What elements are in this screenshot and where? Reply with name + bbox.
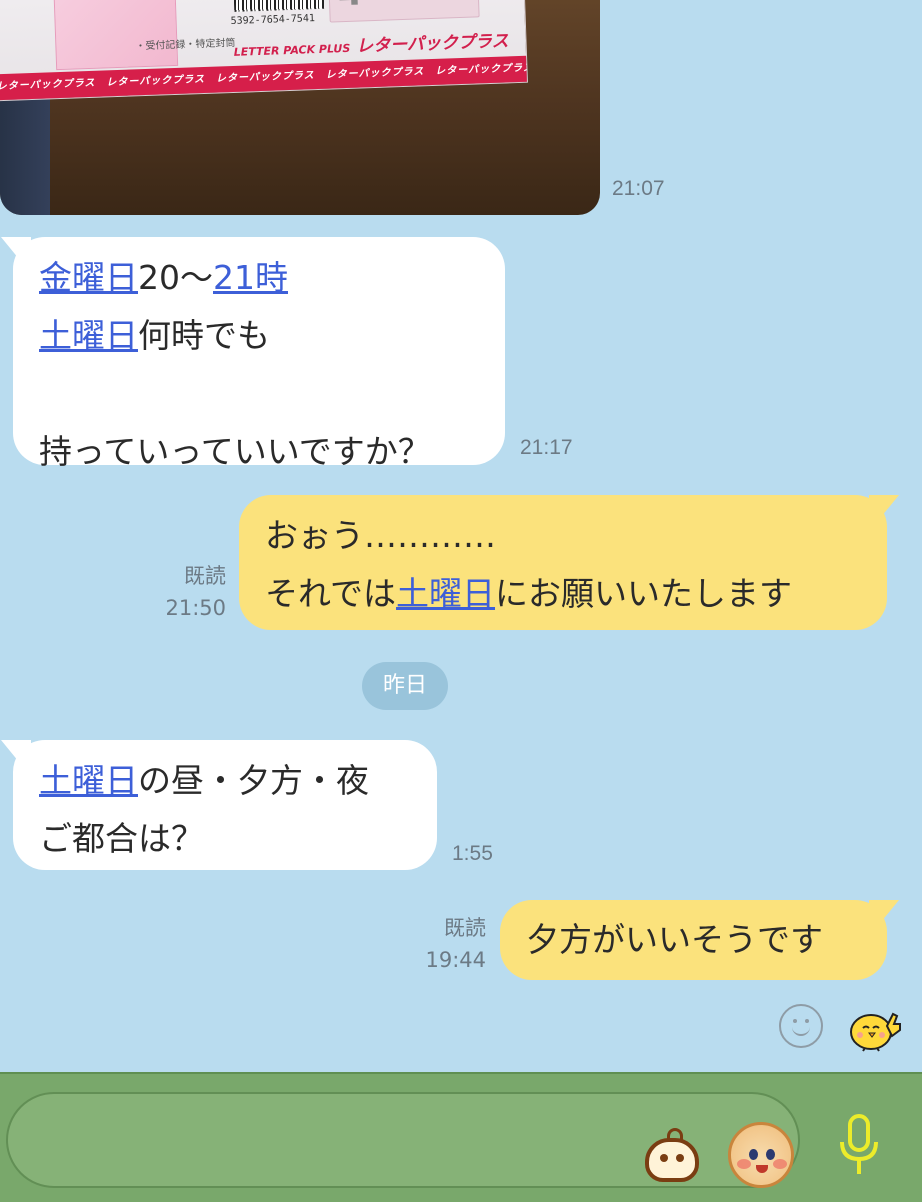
message-text: 持っていっていいですか？ bbox=[39, 432, 431, 471]
sticker-face-icon[interactable] bbox=[645, 1128, 699, 1182]
message-text: ご都合は？ bbox=[39, 819, 204, 858]
message-line: 土曜日何時でも bbox=[39, 307, 479, 365]
message-line: 土曜日の昼・夕方・夜 bbox=[39, 752, 411, 810]
photo-message[interactable]: 5392-7654-7541 4 ・受付記録・特定封筒 LETTER PACK … bbox=[0, 0, 600, 215]
face-eye bbox=[749, 1149, 758, 1160]
message-time: 21:50 bbox=[165, 596, 226, 620]
message-time: 21:07 bbox=[612, 177, 665, 200]
envelope-big-number: 4 bbox=[327, 0, 480, 23]
message-time: 1:55 bbox=[452, 842, 493, 865]
letter-pack-envelope: 5392-7654-7541 4 ・受付記録・特定封筒 LETTER PACK … bbox=[0, 0, 528, 102]
read-label: 既読 bbox=[184, 564, 226, 588]
sticker-eye bbox=[660, 1154, 668, 1162]
message-bubble-sent[interactable]: おぉう………… それでは土曜日にお願いいたします bbox=[239, 495, 887, 630]
message-text: にお願いいたします bbox=[495, 574, 793, 613]
message-line: 持っていっていいですか？ bbox=[39, 423, 479, 481]
message-text: 何時でも bbox=[138, 316, 270, 355]
date-link[interactable]: 土曜日 bbox=[39, 761, 138, 800]
message-time: 21:17 bbox=[520, 436, 573, 459]
message-text: 20〜 bbox=[138, 258, 213, 297]
smiley-icon[interactable] bbox=[779, 1004, 823, 1048]
message-time: 19:44 bbox=[425, 948, 486, 972]
message-bubble-received[interactable]: 金曜日20〜21時 土曜日何時でも 持っていっていいですか？ bbox=[13, 237, 505, 471]
photo-background-leg bbox=[0, 95, 50, 215]
message-line: おぉう………… bbox=[265, 507, 861, 565]
envelope-pink-pattern bbox=[53, 0, 179, 71]
message-text: の昼・夕方・夜 bbox=[138, 761, 369, 800]
message-input[interactable] bbox=[38, 1118, 602, 1164]
message-bubble-sent[interactable]: 夕方がいいそうです bbox=[500, 900, 887, 980]
message-line: 夕方がいいそうです bbox=[526, 912, 861, 968]
message-bubble-received[interactable]: 土曜日の昼・夕方・夜 ご都合は？ bbox=[13, 740, 437, 870]
date-link[interactable]: 土曜日 bbox=[39, 316, 138, 355]
date-separator: 昨日 bbox=[362, 662, 448, 710]
message-text: それでは bbox=[265, 574, 397, 613]
read-label: 既読 bbox=[444, 916, 486, 940]
face-cheek bbox=[737, 1159, 751, 1169]
date-link[interactable]: 金曜日 bbox=[39, 258, 138, 297]
message-line: ご都合は？ bbox=[39, 810, 411, 868]
face-eye bbox=[766, 1149, 775, 1160]
envelope-brand-en: LETTER PACK PLUS bbox=[233, 41, 351, 59]
chick-sticker-icon[interactable] bbox=[847, 1006, 903, 1052]
sticker-eye bbox=[676, 1154, 684, 1162]
message-input-bar bbox=[0, 1072, 922, 1202]
barcode-number: 5392-7654-7541 bbox=[230, 13, 316, 28]
character-face-icon[interactable] bbox=[728, 1122, 794, 1188]
message-line: 金曜日20〜21時 bbox=[39, 249, 479, 307]
date-link[interactable]: 土曜日 bbox=[396, 574, 495, 613]
read-receipt: 既読 19:44 bbox=[410, 912, 486, 976]
message-input-field[interactable] bbox=[6, 1092, 800, 1188]
microphone-icon[interactable] bbox=[837, 1112, 881, 1182]
message-text: 夕方がいいそうです bbox=[526, 920, 823, 959]
sticker-hair bbox=[667, 1128, 683, 1142]
smiley-eye bbox=[793, 1019, 797, 1023]
read-receipt: 既読 21:50 bbox=[150, 560, 226, 624]
smiley-eye bbox=[805, 1019, 809, 1023]
message-line: それでは土曜日にお願いいたします bbox=[265, 565, 861, 623]
face-mouth bbox=[756, 1165, 768, 1173]
time-link[interactable]: 21時 bbox=[213, 258, 288, 297]
envelope-small-label: ・受付記録・特定封筒 bbox=[135, 37, 236, 53]
envelope-brand: LETTER PACK PLUS レターパックプラス bbox=[233, 26, 509, 61]
face-cheek bbox=[773, 1159, 787, 1169]
message-text: おぉう………… bbox=[265, 516, 496, 555]
smiley-mouth bbox=[792, 1024, 810, 1036]
barcode bbox=[233, 0, 325, 12]
envelope-brand-jp: レターパックプラス bbox=[355, 31, 509, 57]
